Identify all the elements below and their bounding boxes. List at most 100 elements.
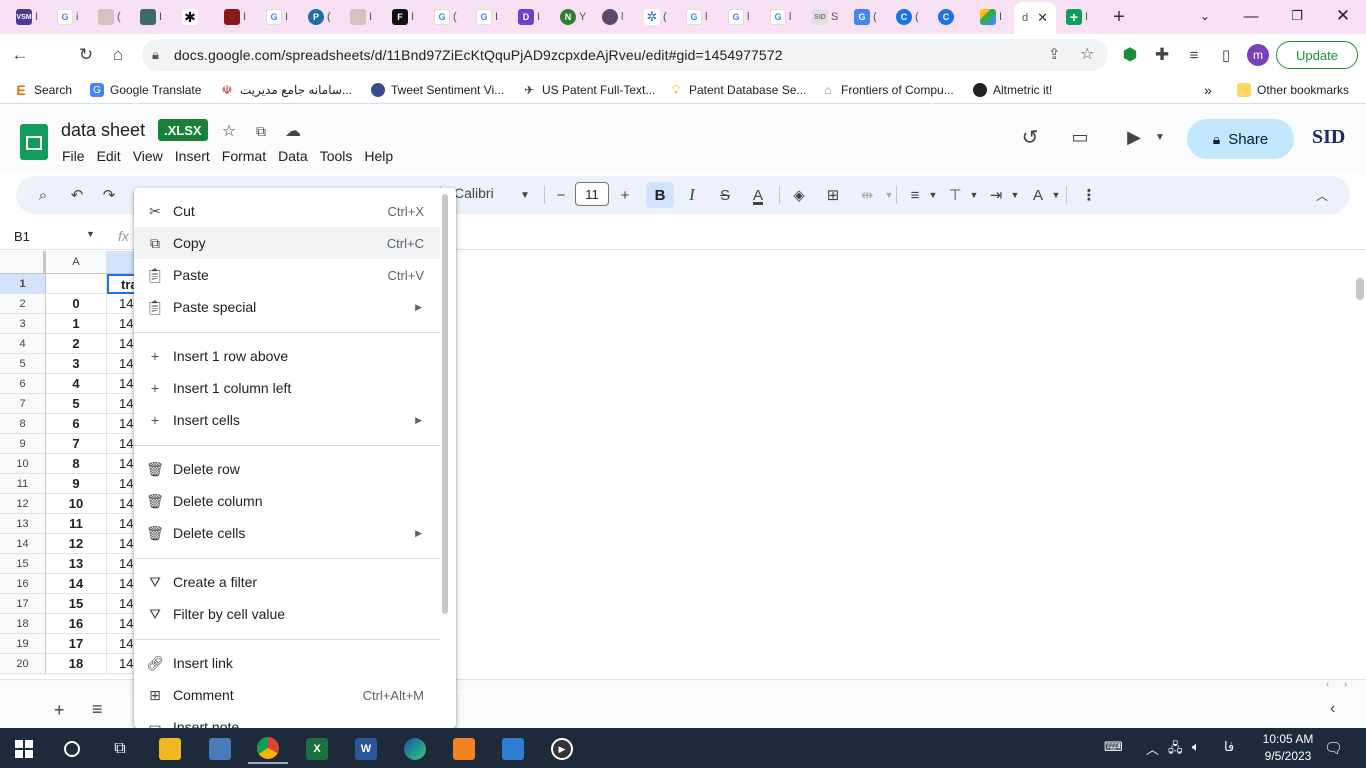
start-button[interactable]	[4, 734, 44, 764]
bookmark-us-patent[interactable]: ✈ US Patent Full-Text...	[522, 81, 655, 99]
browser-tab[interactable]: G(	[844, 4, 884, 30]
row-header[interactable]: 9	[0, 434, 46, 454]
browser-tab[interactable]: GI	[466, 4, 506, 30]
cell-a[interactable]: 5	[46, 394, 107, 414]
row-header[interactable]: 20	[0, 654, 46, 674]
minimize-icon[interactable]: —	[1228, 0, 1274, 32]
chevron-down-icon[interactable]: ▼	[86, 229, 95, 239]
browser-tab[interactable]: SID S	[802, 4, 842, 30]
bookmark-altmetric[interactable]: Altmetric it!	[973, 81, 1052, 99]
strikethrough-icon[interactable]: S	[714, 184, 736, 206]
menu-insert-row[interactable]: + Insert 1 row above	[134, 340, 440, 372]
cell-b[interactable]: 14	[107, 414, 137, 434]
menu-delete-cells[interactable]: 🗑︎ Delete cells ▶	[134, 517, 440, 549]
menu-insert-note[interactable]: ▭ Insert note	[134, 711, 440, 729]
comments-icon[interactable]: ▭	[1070, 127, 1090, 147]
cell-b[interactable]: 14	[107, 354, 137, 374]
star-icon[interactable]: ☆	[219, 122, 239, 140]
row-header[interactable]: 1	[0, 274, 46, 294]
bookmark-frontiers[interactable]: ⌂ Frontiers of Compu...	[821, 81, 954, 99]
media-control-icon[interactable]: ≡	[1182, 43, 1206, 67]
row-header[interactable]: 5	[0, 354, 46, 374]
row-header[interactable]: 13	[0, 514, 46, 534]
cell-b[interactable]: 14	[107, 574, 137, 594]
cell-a[interactable]: 7	[46, 434, 107, 454]
redo-icon[interactable]: ↷	[98, 184, 120, 206]
chevron-down-icon[interactable]: ▼	[1150, 128, 1170, 146]
back-icon[interactable]: ←	[8, 43, 32, 67]
column-header-a[interactable]: A	[46, 251, 107, 274]
menu-insert-column[interactable]: + Insert 1 column left	[134, 372, 440, 404]
network-icon[interactable]: 🖧︎	[1168, 739, 1183, 761]
bold-button[interactable]: B	[646, 182, 674, 208]
menu-edit[interactable]: Edit	[91, 146, 127, 166]
cell-b[interactable]: 14	[107, 394, 137, 414]
cell-a[interactable]: 16	[46, 614, 107, 634]
taskbar-media[interactable]: ▶	[542, 734, 582, 764]
move-folder-icon[interactable]: ⧉	[251, 122, 271, 140]
cell-a[interactable]: 3	[46, 354, 107, 374]
menu-tools[interactable]: Tools	[314, 146, 359, 166]
browser-tab[interactable]: Gl	[760, 4, 800, 30]
browser-tab[interactable]: I	[130, 4, 170, 30]
menu-copy[interactable]: ⧉ Copy Ctrl+C	[134, 227, 440, 259]
menu-insert-link[interactable]: 🔗︎ Insert link	[134, 647, 440, 679]
cell-a[interactable]: 11	[46, 514, 107, 534]
close-icon[interactable]: ✕	[1037, 10, 1048, 26]
menu-filter-by-value[interactable]: ⛛ Filter by cell value	[134, 598, 440, 630]
chevron-down-icon[interactable]: ▼	[1004, 184, 1026, 206]
cell-a[interactable]: 2	[46, 334, 107, 354]
browser-tab[interactable]: ✱	[172, 4, 212, 30]
tab-search-icon[interactable]: ⌄	[1182, 0, 1228, 32]
task-view-icon[interactable]: ⧉	[100, 734, 140, 764]
cell-a[interactable]: 4	[46, 374, 107, 394]
row-header[interactable]: 15	[0, 554, 46, 574]
cell-a[interactable]: 12	[46, 534, 107, 554]
row-header[interactable]: 14	[0, 534, 46, 554]
menu-scrollbar[interactable]	[442, 194, 448, 614]
row-header[interactable]: 2	[0, 294, 46, 314]
browser-tab[interactable]: P(	[298, 4, 338, 30]
taskbar-file-explorer[interactable]	[150, 734, 190, 764]
other-bookmarks[interactable]: Other bookmarks	[1237, 81, 1349, 99]
cell-b[interactable]: 14	[107, 594, 137, 614]
cell-b[interactable]: 14	[107, 314, 137, 334]
browser-tab[interactable]: Gl	[676, 4, 716, 30]
doc-title[interactable]: data sheet	[61, 120, 145, 141]
menu-insert-cells[interactable]: + Insert cells ▶	[134, 404, 440, 436]
merge-cells-icon[interactable]: ⇹	[856, 184, 878, 206]
taskbar-edge[interactable]	[395, 734, 435, 764]
row-header[interactable]: 12	[0, 494, 46, 514]
taskbar-chrome[interactable]	[248, 734, 288, 764]
search-menus-icon[interactable]: ⌕	[32, 184, 54, 206]
extensions-icon[interactable]: ✚	[1150, 43, 1174, 67]
cell-b[interactable]: 14	[107, 294, 137, 314]
browser-tab[interactable]: NY	[550, 4, 590, 30]
browser-tab[interactable]: DI	[508, 4, 548, 30]
cell-a[interactable]: 17	[46, 634, 107, 654]
row-header[interactable]: 11	[0, 474, 46, 494]
more-options-icon[interactable]: ⋮	[1078, 184, 1100, 206]
share-button[interactable]: 🔒︎ Share	[1187, 119, 1294, 159]
menu-data[interactable]: Data	[272, 146, 314, 166]
notifications-icon[interactable]: 🗨︎	[1324, 739, 1343, 757]
add-sheet-icon[interactable]: +	[54, 700, 65, 721]
browser-tab[interactable]: I	[340, 4, 380, 30]
chevron-down-icon[interactable]: ▼	[922, 184, 944, 206]
cell-b[interactable]: 14	[107, 614, 137, 634]
browser-tab[interactable]: G(	[424, 4, 464, 30]
row-header[interactable]: 17	[0, 594, 46, 614]
cell-a[interactable]: 1	[46, 314, 107, 334]
row-header[interactable]: 18	[0, 614, 46, 634]
menu-paste[interactable]: 📋︎ Paste Ctrl+V	[134, 259, 440, 291]
search-button[interactable]	[52, 734, 92, 764]
browser-tab-active[interactable]: d ✕	[1014, 2, 1056, 34]
row-header[interactable]: 8	[0, 414, 46, 434]
browser-tab[interactable]: C	[928, 4, 968, 30]
cell-b[interactable]: 14	[107, 454, 137, 474]
row-header[interactable]: 3	[0, 314, 46, 334]
cell-b[interactable]: 14	[107, 554, 137, 574]
clock[interactable]: 10:05 AM 9/5/2023	[1256, 731, 1320, 765]
row-header[interactable]: 6	[0, 374, 46, 394]
taskbar-photos[interactable]	[493, 734, 533, 764]
